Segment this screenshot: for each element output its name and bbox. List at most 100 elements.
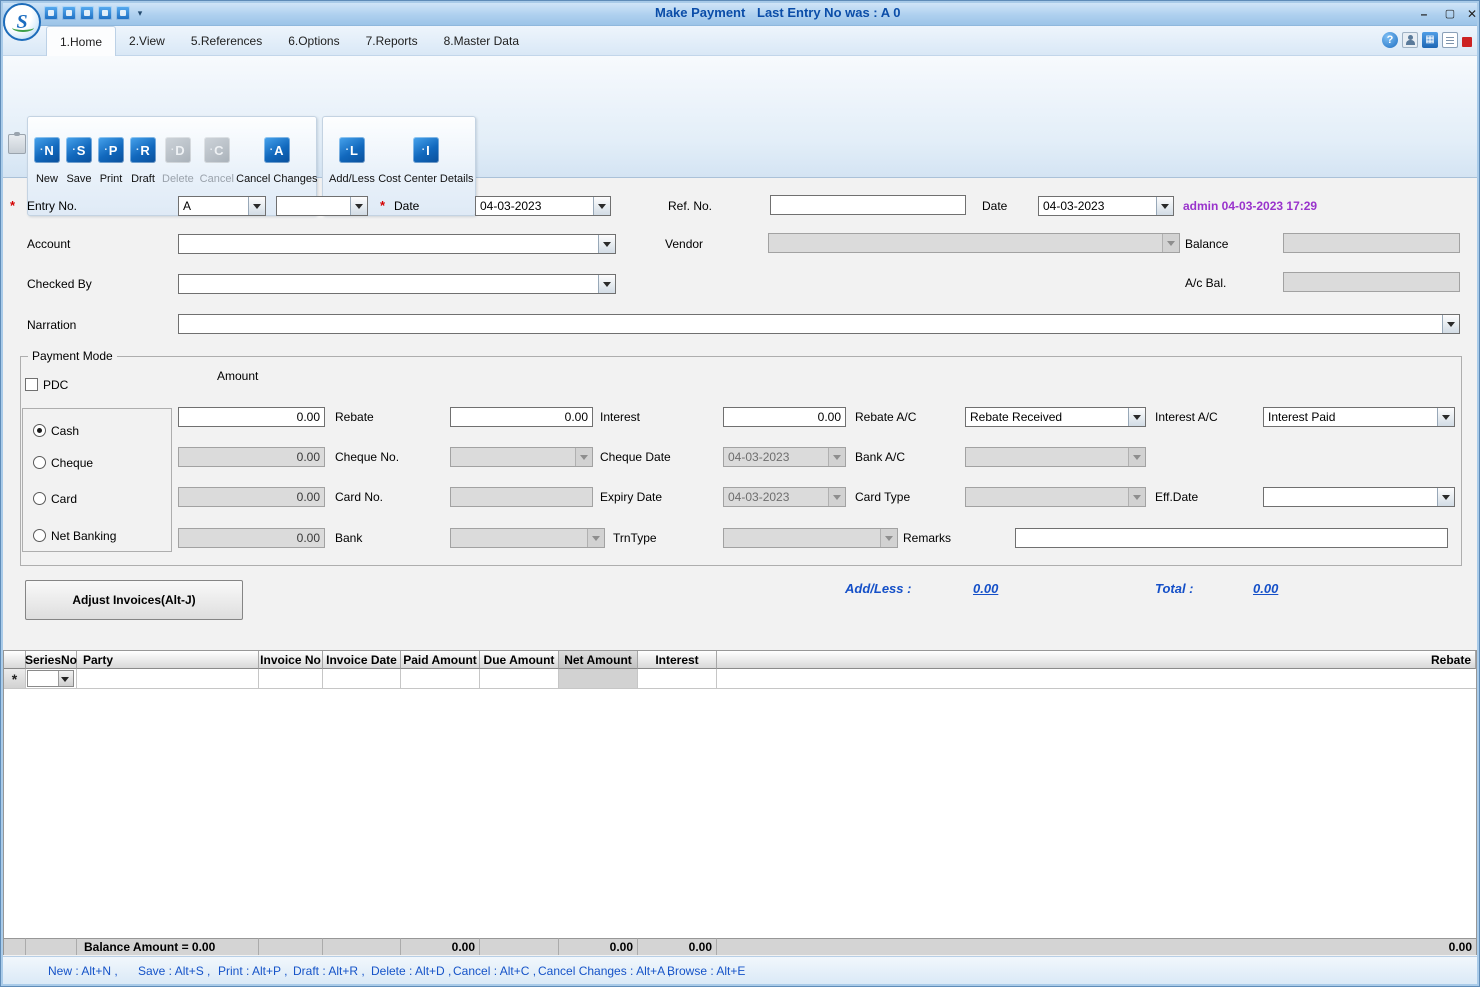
cash-amount-input[interactable]: 0.00 (178, 407, 325, 427)
tab-home[interactable]: 1.Home (46, 26, 116, 56)
entry-no-required-marker: * (10, 198, 15, 213)
print-button[interactable]: P Print (95, 137, 127, 185)
new-label: New (36, 173, 58, 185)
calculator-icon[interactable] (1422, 32, 1438, 48)
chevron-down-icon[interactable] (598, 275, 615, 293)
help-icon[interactable] (1382, 32, 1398, 48)
column-header-seriesno[interactable]: SeriesNo (26, 651, 77, 669)
tab-reports[interactable]: 7.Reports (353, 26, 431, 56)
cell-interest[interactable] (638, 669, 717, 689)
add-less-button[interactable]: L Add/Less (326, 137, 378, 185)
chevron-down-icon[interactable] (598, 235, 615, 253)
minimize-button[interactable] (1412, 5, 1436, 22)
cell-seriesno[interactable] (26, 669, 77, 689)
entry-series-combo[interactable]: A (178, 196, 266, 216)
maximize-button[interactable] (1438, 5, 1462, 22)
interest-input[interactable]: 0.00 (723, 407, 846, 427)
column-header-due-amount[interactable]: Due Amount (480, 651, 559, 669)
tab-options[interactable]: 6.Options (275, 26, 352, 56)
qat-icon-3[interactable] (80, 6, 94, 20)
rebate-input[interactable]: 0.00 (450, 407, 593, 427)
eff-date-combo[interactable] (1263, 487, 1455, 507)
adjust-invoices-button[interactable]: Adjust Invoices(Alt-J) (25, 580, 243, 620)
expiry-date-combo: 04-03-2023 (723, 487, 846, 507)
new-button[interactable]: N New (31, 137, 63, 185)
qat-icon-4[interactable] (98, 6, 112, 20)
chevron-down-icon[interactable] (1437, 488, 1454, 506)
card-type-label: Card Type (855, 490, 910, 504)
remarks-input[interactable] (1015, 528, 1448, 548)
cell-due-amount[interactable] (480, 669, 559, 689)
payment-mode-title: Payment Mode (28, 349, 117, 363)
card-radio[interactable] (33, 492, 46, 505)
qat-overflow-icon[interactable] (134, 6, 146, 20)
seriesno-cell-combo[interactable] (27, 670, 74, 687)
chevron-down-icon[interactable] (58, 671, 73, 686)
cash-radio[interactable] (33, 424, 46, 437)
account-combo[interactable] (178, 234, 616, 254)
net-banking-amount-input: 0.00 (178, 528, 325, 548)
expiry-date-label: Expiry Date (600, 490, 662, 504)
close-button[interactable] (1460, 5, 1480, 22)
rebate-ac-label: Rebate A/C (855, 410, 916, 424)
column-header-party[interactable]: Party (77, 651, 259, 669)
bank-ac-combo (965, 447, 1146, 467)
interest-label: Interest (600, 410, 640, 424)
cost-center-details-button[interactable]: I Cost Center Details (378, 137, 474, 185)
tab-master-data[interactable]: 8.Master Data (431, 26, 532, 56)
narration-combo[interactable] (178, 314, 1460, 334)
cancel-changes-button[interactable]: A Cancel Changes (237, 137, 317, 185)
chevron-down-icon[interactable] (1128, 408, 1145, 426)
rebate-ac-combo[interactable]: Rebate Received (965, 407, 1146, 427)
cell-paid-amount[interactable] (401, 669, 480, 689)
save-button[interactable]: S Save (63, 137, 95, 185)
qat-icon-2[interactable] (62, 6, 76, 20)
chevron-down-icon[interactable] (350, 197, 367, 215)
total-value[interactable]: 0.00 (1253, 581, 1278, 596)
date2-label: Date (982, 199, 1007, 213)
pdc-checkbox[interactable] (25, 378, 38, 391)
column-header-net-amount[interactable]: Net Amount (559, 651, 638, 669)
column-header-interest[interactable]: Interest (638, 651, 717, 669)
chevron-down-icon[interactable] (1442, 315, 1459, 333)
column-header-invoice-no[interactable]: Invoice No (259, 651, 323, 669)
checked-by-combo[interactable] (178, 274, 616, 294)
ac-bal-label: A/c Bal. (1185, 276, 1226, 290)
chevron-down-icon[interactable] (593, 197, 610, 215)
summary-seriesno-cell (26, 938, 77, 955)
cell-party[interactable] (77, 669, 259, 689)
qat-icon-5[interactable] (116, 6, 130, 20)
cell-net-amount[interactable] (559, 669, 638, 689)
date2-combo[interactable]: 04-03-2023 (1038, 196, 1174, 216)
card-type-combo (965, 487, 1146, 507)
tab-view[interactable]: 2.View (116, 26, 178, 56)
trn-type-combo (723, 528, 898, 548)
chevron-down-icon[interactable] (1156, 197, 1173, 215)
qat-icon-1[interactable] (44, 6, 58, 20)
user-icon[interactable] (1402, 32, 1418, 48)
checked-by-label: Checked By (27, 277, 92, 291)
column-header-invoice-date[interactable]: Invoice Date (323, 651, 401, 669)
cell-invoice-no[interactable] (259, 669, 323, 689)
column-header-paid-amount[interactable]: Paid Amount (401, 651, 480, 669)
save-label: Save (66, 173, 91, 185)
shortcut-new: New : Alt+N , (48, 964, 118, 978)
entry-number-combo[interactable] (276, 196, 368, 216)
cell-rebate[interactable] (717, 669, 1476, 689)
interest-ac-combo[interactable]: Interest Paid (1263, 407, 1455, 427)
tab-references[interactable]: 5.References (178, 26, 275, 56)
draft-button[interactable]: R Draft (127, 137, 159, 185)
document-icon[interactable] (1442, 32, 1458, 48)
date-combo[interactable]: 04-03-2023 (475, 196, 611, 216)
chevron-down-icon[interactable] (1437, 408, 1454, 426)
ref-no-input[interactable] (770, 195, 966, 215)
net-banking-radio[interactable] (33, 529, 46, 542)
date-required-marker: * (380, 198, 385, 213)
cheque-radio[interactable] (33, 456, 46, 469)
column-header-rebate[interactable]: Rebate (717, 651, 1476, 669)
cell-invoice-date[interactable] (323, 669, 401, 689)
chevron-down-icon[interactable] (248, 197, 265, 215)
title-bar: Make Payment Last Entry No was : A 0 (0, 0, 1480, 26)
summary-selector-cell (4, 938, 26, 955)
add-less-total-value[interactable]: 0.00 (973, 581, 998, 596)
